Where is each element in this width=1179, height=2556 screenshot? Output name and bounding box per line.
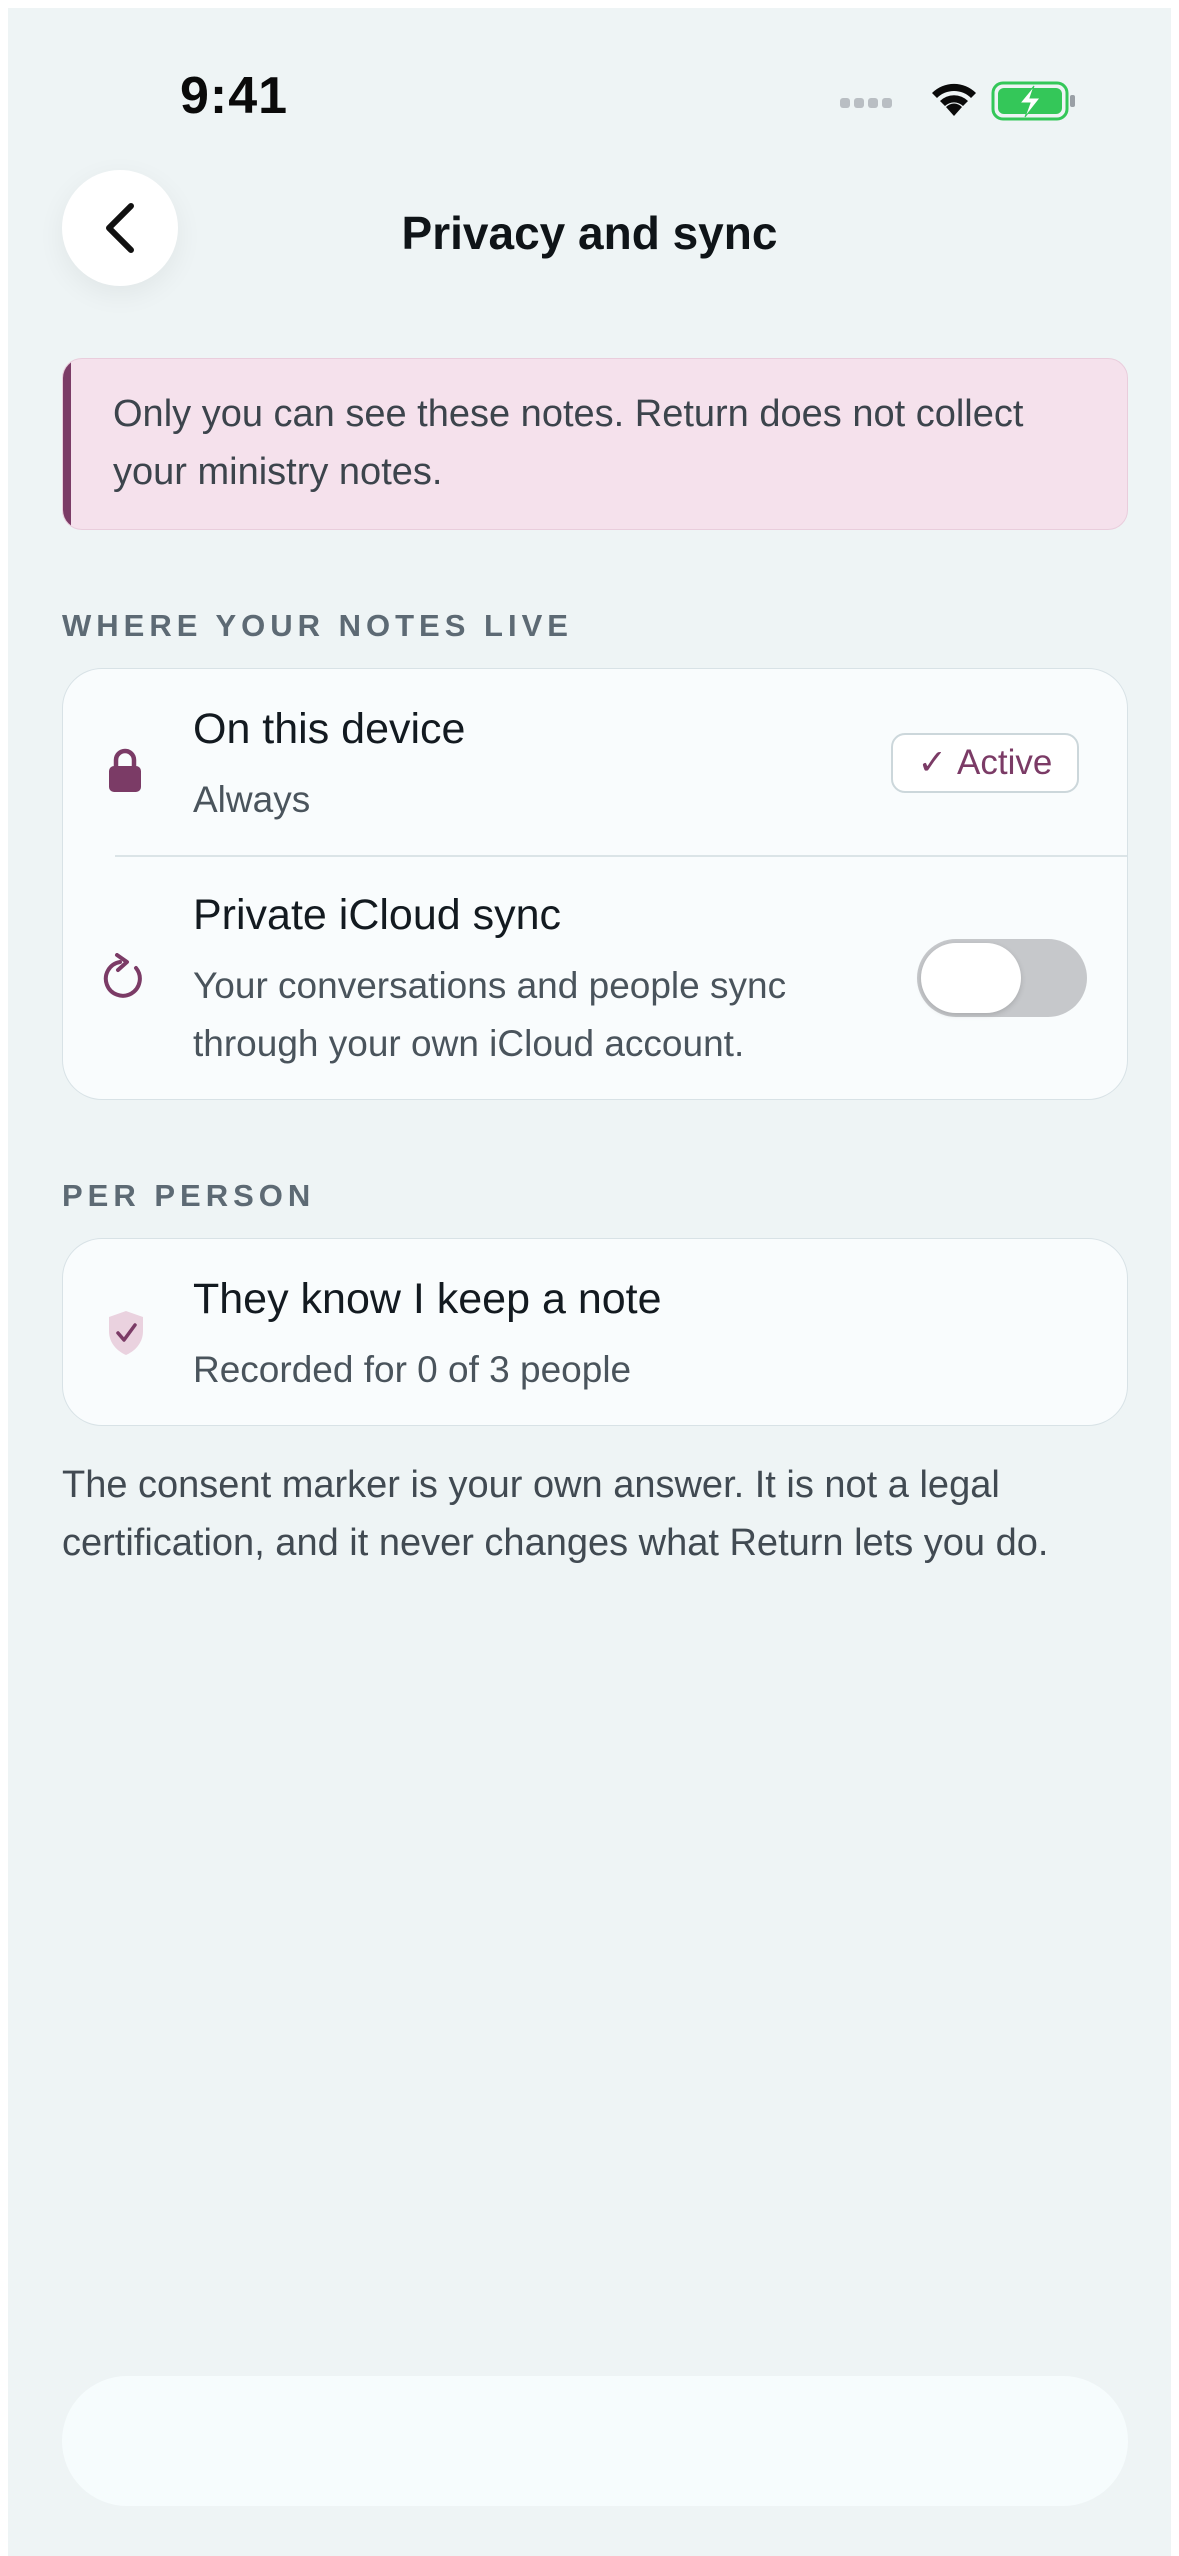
signal-dots-icon — [840, 98, 892, 108]
section-label-where: WHERE YOUR NOTES LIVE — [62, 608, 573, 643]
row-divider — [115, 855, 1127, 857]
icloud-row-title: Private iCloud sync — [193, 891, 562, 939]
shield-check-icon — [109, 1311, 143, 1355]
consent-row-subtitle: Recorded for 0 of 3 people — [193, 1349, 632, 1390]
page-title: Privacy and sync — [401, 207, 778, 259]
privacy-banner: Only you can see these notes. Return doe… — [62, 358, 1128, 530]
wifi-icon — [932, 83, 976, 116]
storage-card: On this device Always ✓ Active Private i… — [62, 668, 1128, 1100]
consent-footnote: The consent marker is your own answer. I… — [62, 1464, 1049, 1564]
icloud-sync-toggle[interactable] — [917, 939, 1087, 1017]
checkmark-icon: ✓ — [917, 743, 947, 782]
status-time: 9:41 — [180, 67, 289, 125]
consent-card[interactable]: They know I keep a note Recorded for 0 o… — [62, 1238, 1128, 1426]
banner-accent-bar — [63, 359, 71, 529]
device-row-subtitle: Always — [193, 779, 311, 820]
section-label-per-person: PER PERSON — [62, 1178, 316, 1213]
active-badge: ✓ Active — [891, 733, 1079, 793]
lock-icon — [109, 748, 141, 792]
status-icons — [840, 81, 1075, 121]
banner-text: Only you can see these notes. Return doe… — [113, 393, 1024, 493]
screen: 9:41 Privacy and sync Only you can see t… — [8, 8, 1171, 2556]
consent-row-title: They know I keep a note — [193, 1275, 662, 1323]
device-row-title: On this device — [193, 705, 466, 753]
toggle-knob — [921, 943, 1021, 1013]
bottom-bar — [62, 2376, 1128, 2506]
battery-charging-icon — [991, 81, 1075, 121]
refresh-icon — [103, 953, 142, 998]
icloud-row-subtitle: Your conversations and people sync throu… — [193, 965, 787, 1064]
badge-label: Active — [957, 743, 1053, 782]
